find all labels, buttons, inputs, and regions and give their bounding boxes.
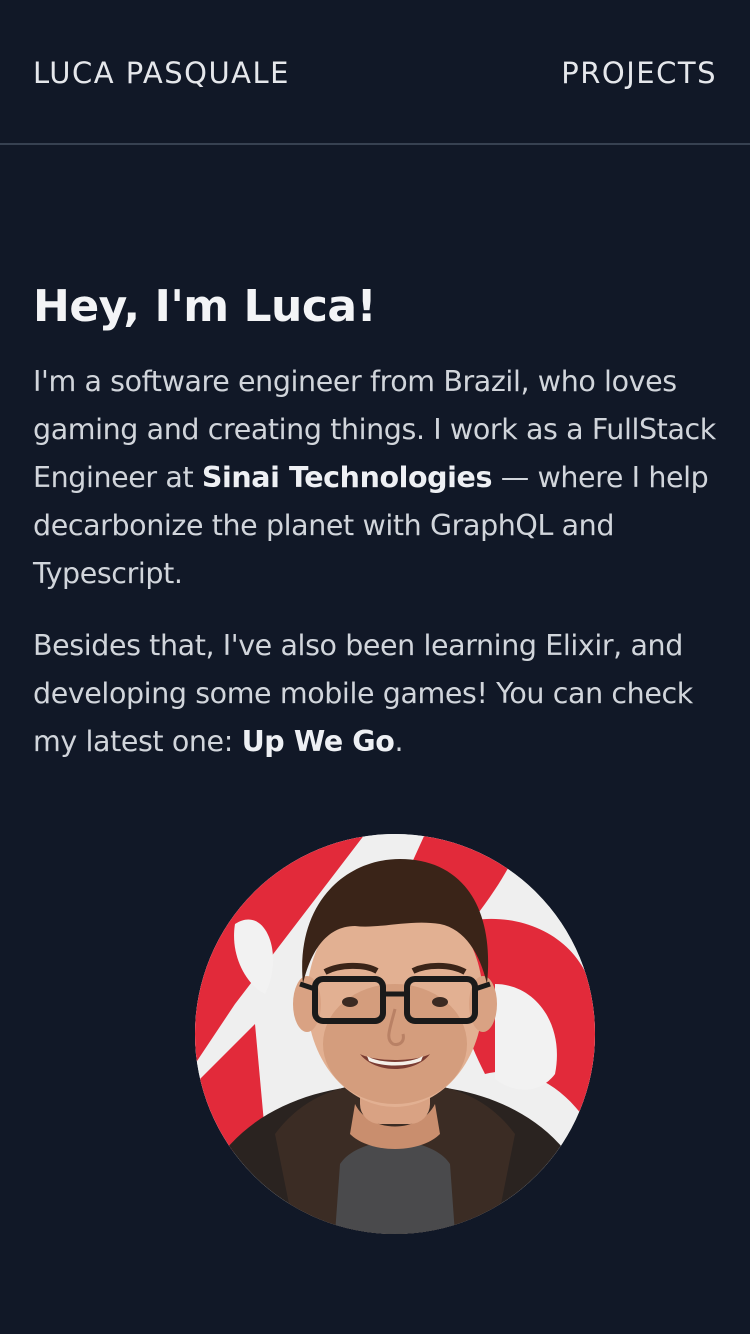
avatar: [195, 834, 595, 1234]
hobbies-text-end: .: [394, 725, 404, 758]
intro-section: Hey, I'm Luca! I'm a software engineer f…: [33, 278, 723, 766]
nav-projects-link[interactable]: PROJECTS: [561, 55, 717, 91]
intro-paragraph: I'm a software engineer from Brazil, who…: [33, 358, 723, 598]
company-name: Sinai Technologies: [201, 461, 493, 494]
brand-link[interactable]: LUCA PASQUALE: [33, 55, 290, 91]
hobbies-paragraph: Besides that, I've also been learning El…: [33, 622, 723, 766]
page-title: Hey, I'm Luca!: [33, 281, 377, 332]
site-header: LUCA PASQUALE PROJECTS: [0, 0, 750, 145]
profile-photo-icon: [195, 834, 595, 1234]
game-name: Up We Go: [241, 725, 395, 758]
